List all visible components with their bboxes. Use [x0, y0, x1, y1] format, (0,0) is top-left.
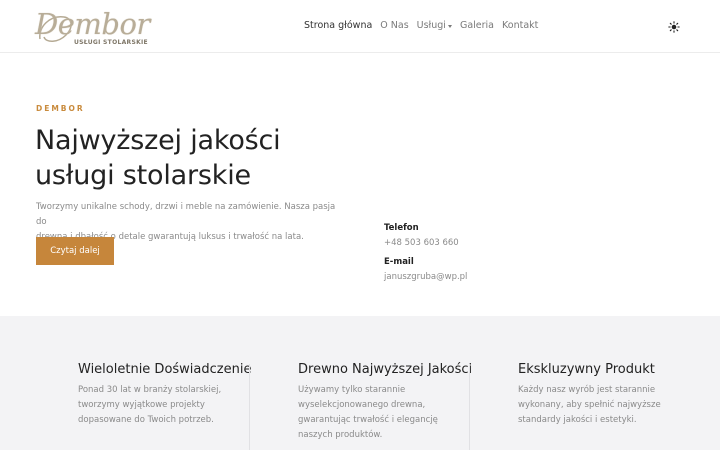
chevron-down-icon [447, 24, 452, 28]
feature-line: gwarantując trwałość i elegancję [298, 415, 438, 425]
feature-line: wykonany, aby spełnić najwyższe [518, 400, 661, 410]
feature-line: dopasowane do Twoich potrzeb. [78, 415, 214, 425]
feature-line: Każdy nasz wyrób jest starannie [518, 385, 656, 395]
feature-line: tworzymy wyjątkowe projekty [78, 400, 205, 410]
feature-title: Wieloletnie Doświadczenie [78, 362, 252, 377]
feature-title: Drewno Najwyższej Jakości [298, 362, 473, 377]
feature-line: naszych produktów. [298, 430, 383, 440]
email-label: E-mail [384, 257, 414, 267]
logo-subtitle: USŁUGI STOLARSKIE [74, 39, 148, 46]
contact-phone: Telefon +48 503 603 660 [384, 223, 459, 248]
contact-email: E-mail januszgruba@wp.pl [384, 257, 467, 282]
site-header: Dembor USŁUGI STOLARSKIE Strona główna O… [0, 0, 720, 53]
feature-divider [469, 364, 470, 450]
sun-icon[interactable] [668, 21, 680, 33]
nav-services-label: Usługi [416, 20, 446, 31]
nav-gallery[interactable]: Galeria [460, 20, 494, 31]
hero-title-line2: usługi stolarskie [35, 160, 251, 191]
feature-text: Każdy nasz wyrób jest starannie wykonany… [518, 383, 718, 428]
feature-exclusive: Ekskluzywny Produkt Każdy nasz wyrób jes… [518, 362, 718, 428]
hero-desc-line1: Tworzymy unikalne schody, drzwi i meble … [36, 202, 336, 227]
nav-contact[interactable]: Kontakt [502, 20, 538, 31]
email-value[interactable]: januszgruba@wp.pl [384, 272, 467, 282]
feature-divider [249, 364, 250, 450]
nav-about[interactable]: O Nas [380, 20, 408, 31]
feature-line: standardy jakości i estetyki. [518, 415, 637, 425]
nav-services[interactable]: Usługi [417, 20, 452, 31]
phone-label: Telefon [384, 223, 419, 233]
feature-line: Ponad 30 lat w branży stolarskiej, [78, 385, 222, 395]
read-more-button[interactable]: Czytaj dalej [36, 237, 114, 265]
feature-title: Ekskluzywny Produkt [518, 362, 655, 377]
feature-line: wyselekcjonowanego drewna, [298, 400, 426, 410]
hero-title: Najwyższej jakości usługi stolarskie [35, 123, 355, 193]
feature-text: Używamy tylko starannie wyselekcjonowane… [298, 383, 498, 443]
feature-experience: Wieloletnie Doświadczenie Ponad 30 lat w… [78, 362, 278, 428]
phone-value[interactable]: +48 503 603 660 [384, 238, 459, 248]
feature-text: Ponad 30 lat w branży stolarskiej, tworz… [78, 383, 278, 428]
feature-wood: Drewno Najwyższej Jakości Używamy tylko … [298, 362, 498, 443]
features-section: Wieloletnie Doświadczenie Ponad 30 lat w… [0, 316, 720, 450]
logo[interactable]: Dembor USŁUGI STOLARSKIE [35, 7, 150, 49]
logo-script: Dembor [35, 7, 150, 41]
nav-home[interactable]: Strona główna [304, 20, 372, 31]
hero-eyebrow: DEMBOR [36, 104, 85, 113]
feature-line: Używamy tylko starannie [298, 385, 406, 395]
hero-title-line1: Najwyższej jakości [35, 125, 281, 156]
main-nav: Strona główna O Nas Usługi Galeria Konta… [304, 20, 546, 31]
